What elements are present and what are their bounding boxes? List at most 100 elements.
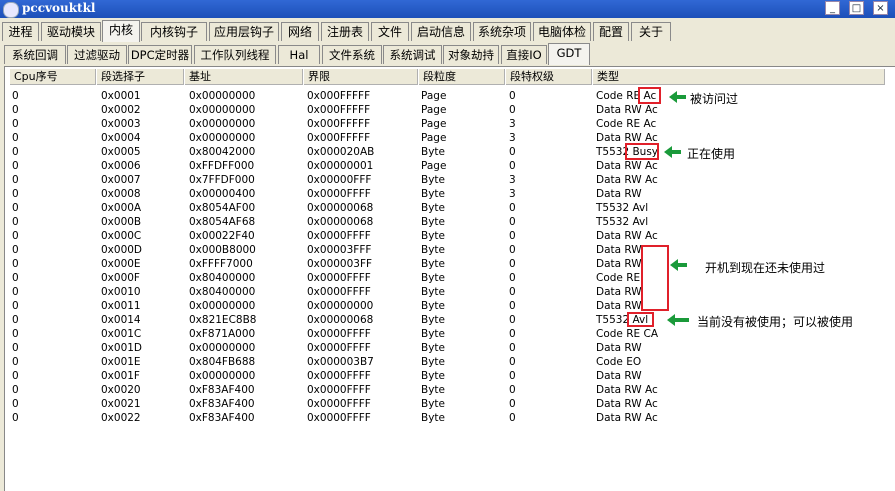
tab-registry[interactable]: 注册表	[321, 22, 369, 41]
window-title: pccvouktkl	[22, 1, 96, 15]
cell-limit: 0x0000FFFF	[307, 384, 371, 396]
cell-granularity: Byte	[421, 342, 445, 354]
cell-privilege: 0	[509, 104, 516, 116]
cell-granularity: Page	[421, 118, 447, 130]
table-row[interactable]: 0 0x000C 0x00022F40 0x0000FFFF Byte 0 Data RW …	[5, 229, 885, 243]
cell-privilege: 0	[509, 244, 516, 256]
tab-work-queue-threads[interactable]: 工作队列线程	[194, 45, 276, 64]
table-row[interactable]: 0 0x0007 0x7FFDF000 0x00000FFF Byte 3 Data RW …	[5, 173, 885, 187]
tab-network[interactable]: 网络	[281, 22, 319, 41]
tab-gdt[interactable]: GDT	[548, 43, 590, 65]
tab-direct-io[interactable]: 直接IO	[501, 45, 547, 64]
table-row[interactable]: 0 0x001D 0x00000000 0x0000FFFF Byte 0 Data RW	[5, 341, 885, 355]
table-row[interactable]: 0 0x001F 0x00000000 0x0000FFFF Byte 0 Data RW	[5, 369, 885, 383]
table-row[interactable]: 0 0x000A 0x8054AF00 0x00000068 Byte 0 T5532 Av…	[5, 201, 885, 215]
table-row[interactable]: 0 0x0003 0x00000000 0x000FFFFF Page 3 Code RE …	[5, 117, 885, 131]
tab-dpc-timers[interactable]: DPC定时器	[128, 45, 192, 64]
cell-limit: 0x0000FFFF	[307, 370, 371, 382]
column-granularity[interactable]: 段粒度	[419, 69, 505, 85]
cell-granularity: Byte	[421, 258, 445, 270]
cell-base: 0x80400000	[189, 286, 256, 298]
tab-hal[interactable]: Hal	[278, 45, 320, 64]
cell-privilege: 3	[509, 174, 516, 186]
cell-privilege: 0	[509, 258, 516, 270]
arrow-available-icon	[667, 314, 689, 326]
cell-granularity: Byte	[421, 188, 445, 200]
cell-cpu: 0	[12, 104, 19, 116]
cell-cpu: 0	[12, 328, 19, 340]
tab-process[interactable]: 进程	[2, 22, 39, 41]
table-row[interactable]: 0 0x000B 0x8054AF68 0x00000068 Byte 0 T5532 Av…	[5, 215, 885, 229]
table-row[interactable]: 0 0x000D 0x000B8000 0x00003FFF Byte 0 Data RW	[5, 243, 885, 257]
cell-cpu: 0	[12, 244, 19, 256]
cell-granularity: Byte	[421, 356, 445, 368]
tab-misc[interactable]: 系统杂项	[473, 22, 531, 41]
table-row[interactable]: 0 0x0001 0x00000000 0x000FFFFF Page 0 Code RE …	[5, 89, 885, 103]
column-limit[interactable]: 界限	[304, 69, 418, 85]
note-unused-since-boot: 开机到现在还未使用过	[705, 261, 826, 275]
cell-granularity: Byte	[421, 146, 445, 158]
tab-system-debug[interactable]: 系统调试	[383, 45, 442, 64]
cell-selector: 0x0005	[101, 146, 141, 158]
cell-granularity: Byte	[421, 230, 445, 242]
tab-kernel[interactable]: 内核	[102, 20, 140, 42]
table-row[interactable]: 0 0x0004 0x00000000 0x000FFFFF Page 3 Data RW …	[5, 131, 885, 145]
table-row[interactable]: 0 0x0006 0xFFDFF000 0x00000001 Page 0 Data RW …	[5, 159, 885, 173]
tab-driver-modules[interactable]: 驱动模块	[41, 22, 101, 41]
cell-type: Data RW	[596, 188, 642, 200]
cell-type: Data RW	[596, 300, 642, 312]
table-row[interactable]: 0 0x0021 0xF83AF400 0x0000FFFF Byte 0 Data RW …	[5, 397, 885, 411]
title-bar: pccvouktkl _ □ ×	[0, 0, 895, 18]
cell-selector: 0x0006	[101, 160, 141, 172]
tab-object-hijack[interactable]: 对象劫持	[443, 45, 499, 64]
table-row[interactable]: 0 0x0011 0x00000000 0x00000000 Byte 0 Data RW	[5, 299, 885, 313]
column-base[interactable]: 基址	[185, 69, 303, 85]
table-row[interactable]: 0 0x0010 0x80400000 0x0000FFFF Byte 0 Data RW	[5, 285, 885, 299]
column-cpu[interactable]: Cpu序号	[10, 69, 96, 85]
column-selector[interactable]: 段选择子	[97, 69, 184, 85]
tab-files[interactable]: 文件	[371, 22, 409, 41]
tab-system-callbacks[interactable]: 系统回调	[4, 45, 66, 64]
table-row[interactable]: 0 0x0008 0x00000400 0x0000FFFF Byte 3 Data RW	[5, 187, 885, 201]
cell-base: 0x00000000	[189, 90, 256, 102]
cell-selector: 0x0001	[101, 90, 141, 102]
cell-granularity: Byte	[421, 216, 445, 228]
cell-selector: 0x0002	[101, 104, 141, 116]
column-type[interactable]: 类型	[593, 69, 885, 85]
cell-selector: 0x0021	[101, 398, 141, 410]
table-row[interactable]: 0 0x001E 0x804FB688 0x000003B7 Byte 0 Code EO	[5, 355, 885, 369]
maximize-icon[interactable]: □	[849, 1, 864, 15]
cell-type: Data RW	[596, 286, 642, 298]
minimize-icon[interactable]: _	[825, 1, 840, 15]
tab-file-system[interactable]: 文件系统	[322, 45, 382, 64]
cell-base: 0x804FB688	[189, 356, 256, 368]
tab-about[interactable]: 关于	[631, 22, 671, 41]
cell-type: Code RE Ac	[596, 118, 657, 130]
tab-kernel-hooks[interactable]: 内核钩子	[141, 22, 207, 41]
table-row[interactable]: 0 0x0002 0x00000000 0x000FFFFF Page 0 Data RW …	[5, 103, 885, 117]
cell-cpu: 0	[12, 118, 19, 130]
cell-privilege: 0	[509, 398, 516, 410]
cell-type: Data RW Ac	[596, 398, 658, 410]
cell-cpu: 0	[12, 356, 19, 368]
column-privilege[interactable]: 段特权级	[506, 69, 592, 85]
cell-cpu: 0	[12, 216, 19, 228]
tab-config[interactable]: 配置	[593, 22, 629, 41]
cell-limit: 0x0000FFFF	[307, 188, 371, 200]
table-row[interactable]: 0 0x0022 0xF83AF400 0x0000FFFF Byte 0 Data RW …	[5, 411, 885, 425]
cell-cpu: 0	[12, 342, 19, 354]
tab-checkup[interactable]: 电脑体检	[533, 22, 591, 41]
close-icon[interactable]: ×	[873, 1, 888, 15]
cell-base: 0x00000000	[189, 132, 256, 144]
tab-filter-drivers[interactable]: 过滤驱动	[67, 45, 127, 64]
table-row[interactable]: 0 0x0020 0xF83AF400 0x0000FFFF Byte 0 Data RW …	[5, 383, 885, 397]
tab-startup[interactable]: 启动信息	[411, 22, 471, 41]
table-row[interactable]: 0 0x0005 0x80042000 0x000020AB Byte 0 T5532 Bu…	[5, 145, 885, 159]
cell-cpu: 0	[12, 258, 19, 270]
cell-selector: 0x0010	[101, 286, 141, 298]
cell-granularity: Page	[421, 160, 447, 172]
cell-cpu: 0	[12, 398, 19, 410]
cell-limit: 0x00000000	[307, 300, 374, 312]
cell-limit: 0x000FFFFF	[307, 132, 371, 144]
tab-app-hooks[interactable]: 应用层钩子	[209, 22, 279, 41]
